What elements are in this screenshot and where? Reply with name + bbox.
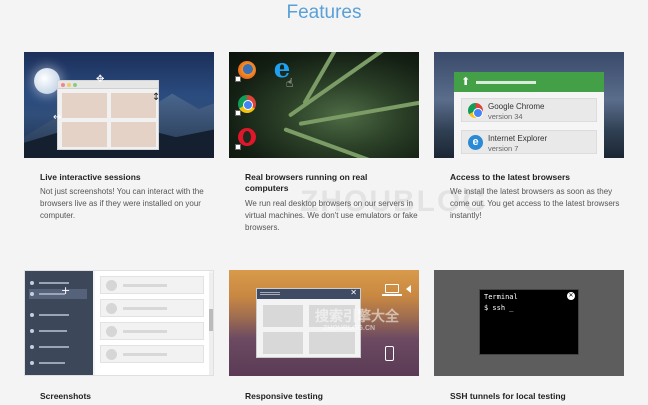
ie-icon: e bbox=[468, 135, 483, 150]
phone-icon bbox=[385, 346, 394, 361]
mock-browser-window: ✕ bbox=[256, 288, 361, 358]
screenshots-image: + bbox=[24, 270, 214, 376]
real-browsers-image: e ☝ bbox=[229, 52, 419, 158]
browser-version: version 34 bbox=[488, 112, 523, 121]
latest-browsers-image: ⬆ Google Chrome version 34 e Internet Ex… bbox=[434, 52, 624, 158]
content-list-graphic bbox=[95, 271, 209, 375]
ssh-tunnels-image: Terminal ✕ $ ssh _ bbox=[434, 270, 624, 376]
mock-browser-window bbox=[57, 80, 159, 150]
move-cursor-icon: ✥ bbox=[96, 74, 105, 85]
sidebar-graphic: + bbox=[25, 271, 93, 375]
browser-row: e Internet Explorer version 7 bbox=[461, 130, 597, 154]
card-description: We install the latest browsers as soon a… bbox=[450, 187, 620, 220]
card-title: Access to the latest browsers bbox=[450, 172, 570, 182]
scrollbar-graphic bbox=[209, 273, 213, 375]
terminal-title: Terminal bbox=[484, 293, 518, 301]
card-title: Screenshots bbox=[40, 391, 92, 401]
terminal-command: $ ssh _ bbox=[484, 304, 514, 312]
laptop-icon bbox=[382, 284, 402, 296]
terminal-window: Terminal ✕ $ ssh _ bbox=[479, 289, 579, 355]
card-title: Responsive testing bbox=[245, 391, 323, 401]
card-title: Real browsers running on real computers bbox=[245, 172, 368, 193]
browser-list-panel: ⬆ Google Chrome version 34 e Internet Ex… bbox=[454, 72, 604, 158]
browser-version: version 7 bbox=[488, 144, 519, 153]
browser-name: Google Chrome bbox=[488, 102, 545, 111]
live-sessions-image: ✥ ↕ ↔ bbox=[24, 52, 214, 158]
card-description: We run real desktop browsers on our serv… bbox=[245, 199, 418, 232]
upload-arrow-icon: ⬆ bbox=[461, 75, 471, 88]
browser-row: Google Chrome version 34 bbox=[461, 98, 597, 122]
card-title: SSH tunnels for local testing bbox=[450, 391, 566, 401]
close-icon: ✕ bbox=[567, 292, 575, 300]
card-description: Not just screenshots! You can interact w… bbox=[40, 187, 204, 220]
chrome-icon bbox=[468, 103, 483, 118]
resize-horizontal-icon: ↔ bbox=[53, 112, 62, 123]
browser-name: Internet Explorer bbox=[488, 134, 548, 143]
resize-cursor-icon: ↕ bbox=[152, 92, 161, 103]
pointer-arrow-icon bbox=[406, 285, 411, 293]
card-title: Live interactive sessions bbox=[40, 172, 141, 182]
page-title: Features bbox=[286, 2, 362, 23]
hand-cursor-icon: ☝ bbox=[286, 76, 294, 90]
responsive-testing-image: ✕ 搜索引擎大全 ZHOUBLOG.CN bbox=[229, 270, 419, 376]
